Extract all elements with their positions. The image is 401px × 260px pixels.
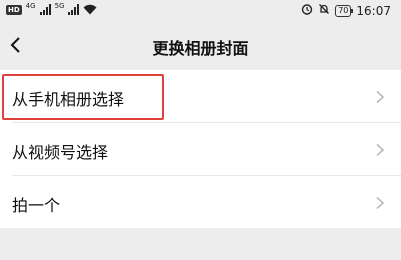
list-item-choose-from-channels[interactable]: 从视频号选择 — [0, 123, 401, 175]
status-bar: HD 4G 5G 70 16:07 — [0, 0, 401, 22]
status-left: HD 4G 5G — [6, 2, 97, 15]
wifi-icon — [83, 4, 97, 15]
network-label-2: 5G — [54, 2, 65, 10]
signal-icon-2 — [68, 4, 80, 15]
option-list: 从手机相册选择 从视频号选择 拍一个 — [0, 70, 401, 228]
list-item-label: 拍一个 — [12, 196, 61, 215]
alarm-icon — [301, 3, 313, 18]
network-label-1: 4G — [25, 2, 36, 10]
list-item-choose-from-phone-album[interactable]: 从手机相册选择 — [0, 70, 401, 122]
page-title: 更换相册封面 — [152, 39, 249, 58]
list-item-label: 从视频号选择 — [12, 143, 109, 162]
status-time: 16:07 — [356, 3, 391, 18]
list-item-label: 从手机相册选择 — [12, 90, 125, 109]
battery-indicator: 70 — [335, 4, 354, 17]
status-right: 70 16:07 — [301, 3, 391, 18]
chevron-right-icon — [375, 89, 385, 104]
chevron-right-icon — [375, 195, 385, 210]
mute-bell-icon — [318, 3, 330, 18]
hd-badge: HD — [6, 4, 22, 15]
signal-icon-1 — [39, 4, 51, 15]
chevron-right-icon — [375, 142, 385, 157]
list-item-take-photo[interactable]: 拍一个 — [0, 176, 401, 228]
nav-bar: 更换相册封面 — [0, 22, 401, 68]
